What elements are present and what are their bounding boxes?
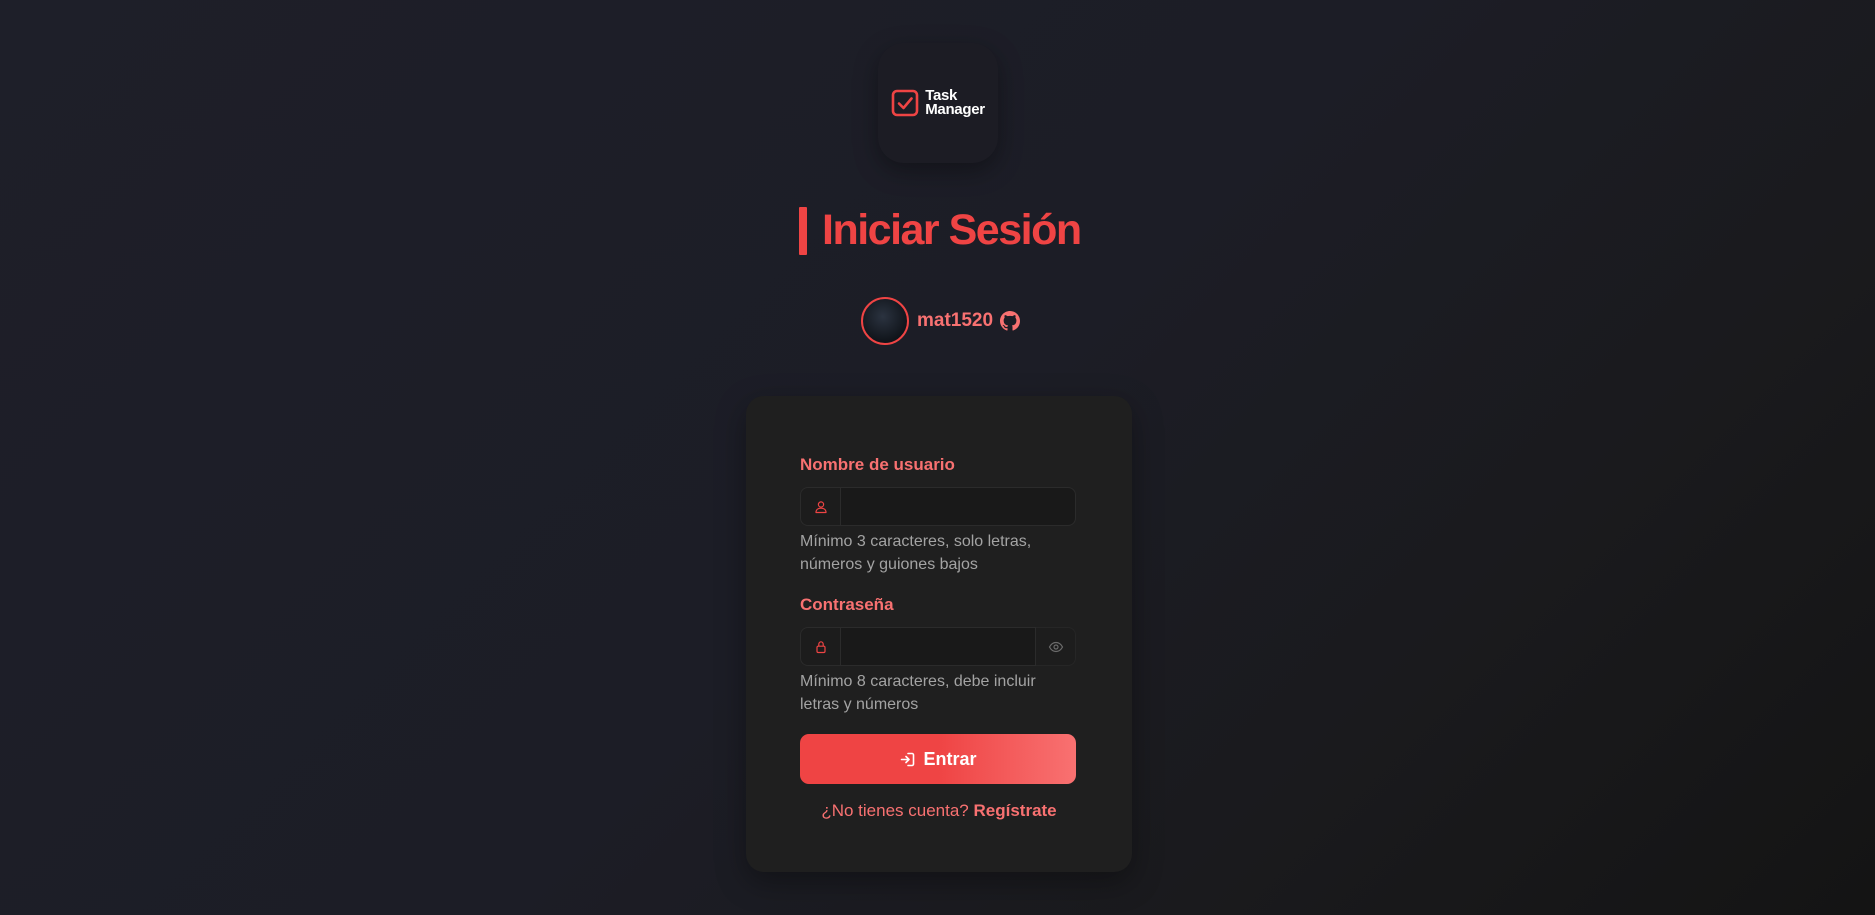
username-hint: Mínimo 3 caracteres, solo letras, número… — [800, 533, 1032, 573]
title-accent-bar — [799, 206, 807, 255]
check-square-icon — [891, 89, 919, 117]
password-input-group — [800, 627, 1076, 666]
github-icon[interactable] — [1000, 311, 1021, 331]
password-hint: Mínimo 8 caracteres, debe incluir letras… — [800, 673, 1036, 713]
toggle-password-visibility-button[interactable] — [1036, 627, 1076, 666]
author-username[interactable]: mat1520 — [917, 310, 993, 332]
logo-text: Task Manager — [925, 88, 985, 118]
logo-text-line2: Manager — [925, 101, 985, 118]
register-prompt: ¿No tienes cuenta? Regístrate — [746, 801, 1132, 821]
login-submit-button[interactable]: Entrar — [800, 734, 1076, 784]
login-submit-label: Entrar — [923, 748, 977, 769]
page-title: Iniciar Sesión — [822, 206, 1082, 254]
page-title-wrap: Iniciar Sesión — [799, 206, 1082, 255]
username-addon — [800, 487, 840, 526]
eye-icon[interactable] — [1048, 639, 1064, 655]
avatar — [861, 297, 909, 345]
username-input[interactable] — [840, 487, 1076, 526]
password-addon — [800, 627, 840, 666]
lock-icon — [815, 640, 826, 653]
password-input[interactable] — [840, 627, 1036, 666]
app-logo: Task Manager — [878, 43, 998, 163]
password-label: Contraseña — [800, 595, 894, 614]
author-link[interactable]: mat1520 — [861, 297, 1021, 345]
username-label: Nombre de usuario — [800, 455, 955, 474]
username-input-group — [800, 487, 1076, 526]
login-card: Nombre de usuario Mínimo 3 caracteres, s… — [746, 396, 1132, 872]
login-icon — [901, 752, 915, 766]
register-prompt-text: ¿No tienes cuenta? — [821, 801, 969, 820]
register-link[interactable]: Regístrate — [974, 801, 1057, 820]
user-icon — [814, 500, 827, 513]
